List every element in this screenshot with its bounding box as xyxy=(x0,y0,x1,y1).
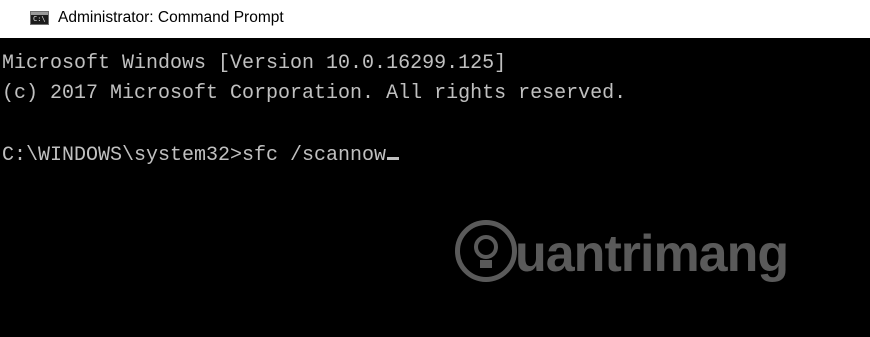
bulb-shape xyxy=(474,235,498,259)
lightbulb-logo-icon xyxy=(455,220,517,282)
console-line-command[interactable]: C:\WINDOWS\system32>sfc /scannow xyxy=(2,144,400,168)
command-prompt-window: C:\ Administrator: Command Prompt Micros… xyxy=(0,0,870,337)
console-line-version: Microsoft Windows [Version 10.0.16299.12… xyxy=(2,52,507,75)
console-line-copyright: (c) 2017 Microsoft Corporation. All righ… xyxy=(2,82,627,105)
window-title: Administrator: Command Prompt xyxy=(58,9,284,26)
command-text: C:\WINDOWS\system32>sfc /scannow xyxy=(2,144,387,167)
cmd-icon[interactable]: C:\ xyxy=(30,11,49,25)
console-area[interactable]: Microsoft Windows [Version 10.0.16299.12… xyxy=(0,38,870,337)
watermark: uantrimang xyxy=(455,220,855,290)
bulb-base xyxy=(480,260,492,268)
cmd-icon-label: C:\ xyxy=(33,15,46,23)
watermark-text: uantrimang xyxy=(515,225,789,283)
title-bar[interactable]: C:\ Administrator: Command Prompt xyxy=(0,0,870,38)
text-cursor xyxy=(387,157,400,160)
